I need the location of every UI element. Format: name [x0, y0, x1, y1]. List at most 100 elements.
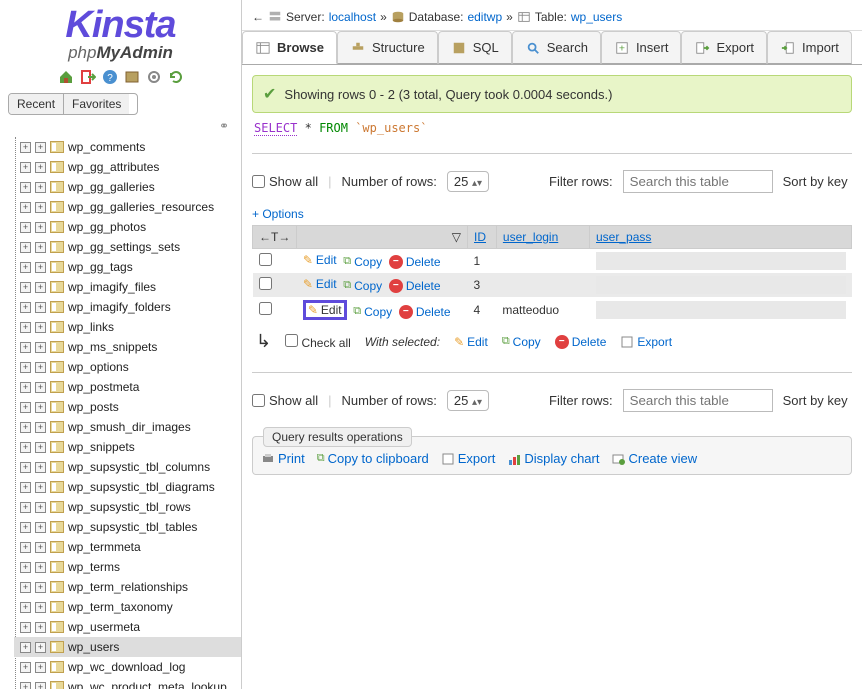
- tree-item[interactable]: ++wp_users: [14, 637, 241, 657]
- expand-icon-2[interactable]: +: [35, 582, 46, 593]
- edit-button[interactable]: ✎ Edit: [303, 277, 337, 291]
- tree-label[interactable]: wp_terms: [68, 560, 120, 574]
- tree-label[interactable]: wp_options: [68, 360, 129, 374]
- expand-icon[interactable]: +: [20, 482, 31, 493]
- expand-icon-2[interactable]: +: [35, 602, 46, 613]
- recent-tab[interactable]: Recent: [9, 94, 64, 114]
- expand-icon[interactable]: +: [20, 642, 31, 653]
- tree-item[interactable]: + + wp_wc_download_log: [14, 657, 241, 677]
- expand-icon[interactable]: +: [20, 682, 31, 689]
- expand-icon[interactable]: +: [20, 142, 31, 153]
- expand-icon-2[interactable]: +: [35, 282, 46, 293]
- delete-button[interactable]: − Delete: [389, 279, 441, 293]
- bc-server[interactable]: localhost: [329, 10, 376, 24]
- tab-import[interactable]: Import: [767, 31, 852, 64]
- op-clipboard[interactable]: ⧉ Copy to clipboard: [317, 451, 429, 466]
- expand-icon-2[interactable]: +: [35, 182, 46, 193]
- expand-icon[interactable]: +: [20, 162, 31, 173]
- expand-icon[interactable]: +: [20, 522, 31, 533]
- tree-item[interactable]: ++wp_comments: [14, 137, 241, 157]
- tree-label[interactable]: wp_links: [68, 320, 114, 334]
- op-export[interactable]: Export: [441, 451, 496, 466]
- tree-item[interactable]: ++wp_supsystic_tbl_tables: [14, 517, 241, 537]
- edit-button[interactable]: ✎ Edit: [303, 300, 347, 320]
- expand-icon-2[interactable]: +: [35, 142, 46, 153]
- expand-icon-2[interactable]: +: [35, 482, 46, 493]
- tree-item[interactable]: ++wp_supsystic_tbl_rows: [14, 497, 241, 517]
- col-id[interactable]: ID: [468, 226, 497, 249]
- tree-item[interactable]: ++wp_postmeta: [14, 377, 241, 397]
- tree-item[interactable]: ++wp_termmeta: [14, 537, 241, 557]
- copy-button[interactable]: ⧉ Copy: [343, 279, 382, 293]
- expand-icon-2[interactable]: +: [35, 322, 46, 333]
- bulk-export[interactable]: Export: [620, 335, 672, 349]
- arrows-col-icon[interactable]: ←T→: [259, 230, 290, 244]
- tree-item[interactable]: ++wp_supsystic_tbl_columns: [14, 457, 241, 477]
- expand-icon[interactable]: +: [20, 502, 31, 513]
- tree-item[interactable]: + + wp_gg_tags: [14, 257, 241, 277]
- edit-button[interactable]: ✎ Edit: [303, 253, 337, 267]
- show-all-top-checkbox[interactable]: [252, 175, 265, 188]
- expand-icon[interactable]: +: [20, 222, 31, 233]
- tree-item[interactable]: ++wp_gg_attributes: [14, 157, 241, 177]
- tree-label[interactable]: wp_supsystic_tbl_diagrams: [68, 480, 215, 494]
- exit-icon[interactable]: [80, 69, 96, 85]
- expand-icon[interactable]: +: [20, 202, 31, 213]
- tree-item[interactable]: ++wp_ms_snippets: [14, 337, 241, 357]
- expand-icon-2[interactable]: +: [35, 462, 46, 473]
- tree-label[interactable]: wp_postmeta: [68, 380, 139, 394]
- expand-icon-2[interactable]: +: [35, 202, 46, 213]
- expand-icon-2[interactable]: +: [35, 422, 46, 433]
- expand-icon[interactable]: +: [20, 542, 31, 553]
- expand-icon[interactable]: +: [20, 662, 31, 673]
- expand-icon[interactable]: +: [20, 402, 31, 413]
- tab-insert[interactable]: +Insert: [601, 31, 682, 64]
- expand-icon-2[interactable]: +: [35, 382, 46, 393]
- expand-icon[interactable]: +: [20, 362, 31, 373]
- expand-icon-2[interactable]: +: [35, 662, 46, 673]
- expand-icon[interactable]: +: [20, 242, 31, 253]
- bulk-edit[interactable]: ✎ Edit: [454, 335, 488, 349]
- copy-button[interactable]: ⧉ Copy: [343, 255, 382, 269]
- expand-icon[interactable]: +: [20, 442, 31, 453]
- expand-icon-2[interactable]: +: [35, 342, 46, 353]
- tree-item[interactable]: ++wp_term_taxonomy: [14, 597, 241, 617]
- tree-label[interactable]: wp_gg_galleries_resources: [68, 200, 214, 214]
- rows-select-bottom[interactable]: 25 ▴▾: [447, 390, 489, 411]
- expand-icon-2[interactable]: +: [35, 362, 46, 373]
- tree-label[interactable]: wp_termmeta: [68, 540, 141, 554]
- expand-icon[interactable]: +: [20, 622, 31, 633]
- filter-input-top[interactable]: [623, 170, 773, 193]
- op-view[interactable]: Create view: [611, 451, 697, 466]
- tab-export[interactable]: Export: [681, 31, 767, 64]
- tree-label[interactable]: wp_supsystic_tbl_columns: [68, 460, 210, 474]
- tree-label[interactable]: wp_smush_dir_images: [68, 420, 191, 434]
- tree-item[interactable]: + + wp_gg_galleries_resources: [14, 197, 241, 217]
- expand-icon[interactable]: +: [20, 282, 31, 293]
- tree-item[interactable]: ++wp_gg_settings_sets: [14, 237, 241, 257]
- link-icon[interactable]: ⚭: [0, 119, 241, 137]
- bulk-copy[interactable]: ⧉ Copy: [502, 335, 541, 349]
- tree-label[interactable]: wp_gg_galleries: [68, 180, 155, 194]
- show-all-bottom-checkbox[interactable]: [252, 394, 265, 407]
- op-print[interactable]: Print: [261, 451, 305, 466]
- expand-icon[interactable]: +: [20, 562, 31, 573]
- tree-item[interactable]: ++wp_usermeta: [14, 617, 241, 637]
- tree-item[interactable]: ++wp_terms: [14, 557, 241, 577]
- expand-icon-2[interactable]: +: [35, 162, 46, 173]
- bulk-delete[interactable]: − Delete: [555, 335, 607, 349]
- tree-item[interactable]: ++wp_posts: [14, 397, 241, 417]
- tree-label[interactable]: wp_wc_download_log: [68, 660, 185, 674]
- tree-label[interactable]: wp_gg_tags: [68, 260, 133, 274]
- tree-item[interactable]: ++wp_snippets: [14, 437, 241, 457]
- bc-table[interactable]: wp_users: [571, 10, 622, 24]
- expand-icon[interactable]: +: [20, 262, 31, 273]
- tree-item[interactable]: ++wp_term_relationships: [14, 577, 241, 597]
- tree-label[interactable]: wp_posts: [68, 400, 119, 414]
- bc-database[interactable]: editwp: [467, 10, 502, 24]
- col-user-login[interactable]: user_login: [496, 226, 589, 249]
- expand-icon-2[interactable]: +: [35, 442, 46, 453]
- rows-select-top[interactable]: 25 ▴▾: [447, 171, 489, 192]
- col-user-pass[interactable]: user_pass: [590, 226, 852, 249]
- expand-icon-2[interactable]: +: [35, 262, 46, 273]
